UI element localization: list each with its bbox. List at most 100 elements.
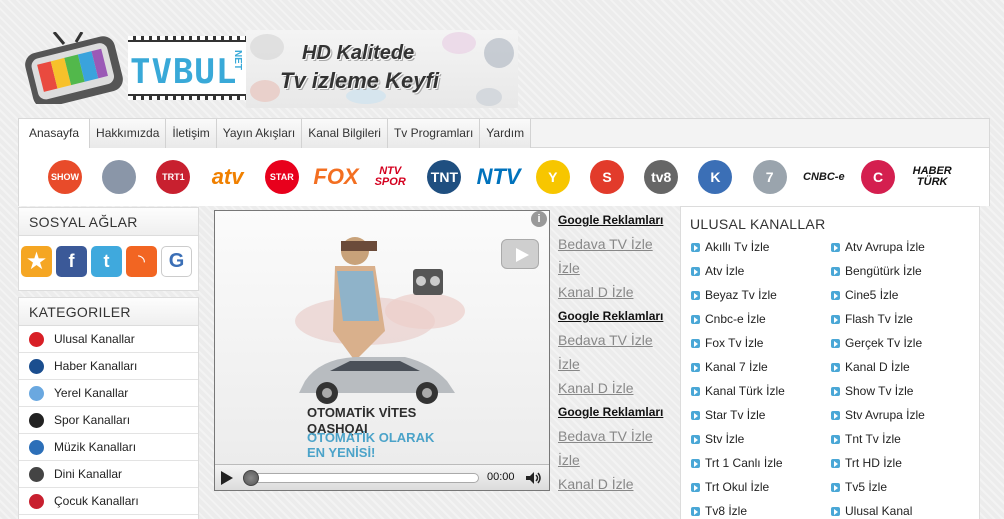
channel-logo-bar: SHOW TRT1 atv STAR FOX NTV SPOR TNT NTV Y Stv8 K 7 C…	[18, 148, 990, 206]
category-icon	[29, 439, 44, 455]
category-icon	[29, 493, 44, 509]
national-channel-link[interactable]: Kanal Türk İzle	[691, 384, 785, 398]
nav-item-anasayfa[interactable]: Anasayfa	[19, 119, 91, 148]
national-channel-link[interactable]: Cnbc-e İzle	[691, 312, 766, 326]
channel-logo-kanal-y[interactable]: Y	[529, 159, 577, 195]
favorite-star-icon[interactable]: ★	[21, 246, 52, 277]
google-ad-link[interactable]: Bedava TV İzle	[558, 232, 678, 256]
nav-item-tv-programlari[interactable]: Tv Programları	[387, 119, 481, 148]
google-ads-heading[interactable]: Google Reklamları	[558, 304, 678, 328]
channel-logo-haberturk[interactable]: HABER TÜRK	[908, 159, 956, 195]
nav-item-yardim[interactable]: Yardım	[480, 119, 532, 148]
ad-info-icon[interactable]: i	[531, 211, 547, 227]
channel-logo-atv[interactable]: atv	[204, 159, 252, 195]
national-channel-link[interactable]: Stv Avrupa İzle	[831, 408, 925, 422]
national-channel-link[interactable]: Trt Okul İzle	[691, 480, 769, 494]
google-ads-heading[interactable]: Google Reklamları	[558, 400, 678, 424]
category-item[interactable]: Çocuk Kanalları	[19, 488, 198, 515]
channel-logo-fox[interactable]: FOX	[312, 159, 360, 195]
video-progress-knob[interactable]	[243, 470, 259, 486]
channel-logo-s-tv[interactable]: S	[583, 159, 631, 195]
national-channels-title: ULUSAL KANALLAR	[690, 216, 826, 232]
national-channel-link[interactable]: Star Tv İzle	[691, 408, 765, 422]
channel-logo-label: SHOW	[48, 160, 82, 194]
google-ad-link[interactable]: İzle	[558, 352, 678, 376]
google-ad-link[interactable]: Kanal D İzle	[558, 472, 678, 496]
category-icon	[29, 331, 44, 347]
national-channel-link[interactable]: Gerçek Tv İzle	[831, 336, 922, 350]
category-item[interactable]: Yerel Kanallar	[19, 380, 198, 407]
channel-logo-label: S	[590, 160, 624, 194]
nav-item-kanal-bilgileri[interactable]: Kanal Bilgileri	[302, 119, 388, 148]
video-player[interactable]: OTOMATİK VİTES QASHQAI OTOMATİK OLARAK E…	[214, 210, 550, 491]
national-channel-link[interactable]: Fox Tv İzle	[691, 336, 763, 350]
video-ad-creative[interactable]: OTOMATİK VİTES QASHQAI OTOMATİK OLARAK E…	[215, 211, 549, 465]
video-progress-bar[interactable]	[243, 473, 479, 483]
national-channel-link[interactable]: Kanal D İzle	[831, 360, 910, 374]
category-icon	[29, 385, 44, 401]
national-channel-link[interactable]: Atv İzle	[691, 264, 744, 278]
channel-logo-tv8[interactable]: tv8	[637, 159, 685, 195]
national-channel-link[interactable]: Tv5 İzle	[831, 480, 887, 494]
national-channel-link[interactable]: Beyaz Tv İzle	[691, 288, 777, 302]
channel-logo-label: HABER TÜRK	[912, 165, 952, 188]
national-channel-link[interactable]: Cine5 İzle	[831, 288, 898, 302]
national-channel-link[interactable]: Tnt Tv İzle	[831, 432, 901, 446]
channel-logo-kanalturk[interactable]: K	[691, 159, 739, 195]
category-item[interactable]: Dini Kanallar	[19, 461, 198, 488]
twitter-icon[interactable]: t	[91, 246, 122, 277]
national-channel-link[interactable]: Trt HD İzle	[831, 456, 902, 470]
tv-logo-icon[interactable]	[24, 31, 124, 108]
google-ad-link[interactable]: İzle	[558, 448, 678, 472]
channel-logo-star-tv[interactable]: STAR	[258, 159, 306, 195]
national-channel-link[interactable]: Show Tv İzle	[831, 384, 913, 398]
nav-item-yayin-akislari[interactable]: Yayın Akışları	[216, 119, 303, 148]
channel-logo-label: FOX	[313, 164, 359, 189]
nav-item-iletisim[interactable]: İletişim	[166, 119, 217, 148]
national-channel-link[interactable]: Stv İzle	[691, 432, 744, 446]
category-item[interactable]: Müzik Kanalları	[19, 434, 198, 461]
channel-logo-label: Y	[535, 160, 570, 194]
channel-logo-ntv-spor[interactable]: NTV SPOR	[366, 159, 414, 195]
google-icon[interactable]: G	[161, 246, 192, 277]
channel-logo-show-tv[interactable]: SHOW	[41, 159, 89, 195]
google-ad-link[interactable]: Kanal D İzle	[558, 376, 678, 400]
national-channel-link[interactable]: Bengütürk İzle	[831, 264, 922, 278]
google-ad-link[interactable]: Bedava TV İzle	[558, 328, 678, 352]
site-logo-text: TVBUL	[130, 52, 238, 92]
channel-logo-cine5[interactable]: C	[854, 159, 902, 195]
site-logo[interactable]: TVBUL NET	[128, 36, 246, 100]
category-label: Yerel Kanallar	[54, 386, 129, 400]
category-item[interactable]: Ulusal Kanallar	[19, 326, 198, 353]
national-channel-link[interactable]: Ulusal Kanal	[831, 504, 912, 518]
nav-item-hakkimizda[interactable]: Hakkımızda	[90, 119, 167, 148]
channel-logo-kanal-d[interactable]	[95, 159, 143, 195]
channel-logo-cnbc-e[interactable]: CNBC-e	[800, 159, 848, 195]
play-icon[interactable]	[221, 471, 233, 485]
category-item[interactable]: Haber Kanalları	[19, 353, 198, 380]
google-ad-link[interactable]: İzle	[558, 256, 678, 280]
social-box: SOSYAL AĞLAR ★ f t ◝ G	[18, 207, 199, 291]
national-channel-link[interactable]: Flash Tv İzle	[831, 312, 913, 326]
rss-icon[interactable]: ◝	[126, 246, 157, 277]
google-ad-link[interactable]: Kanal D İzle	[558, 280, 678, 304]
channel-logo-label: C	[861, 160, 895, 194]
category-item[interactable]: Spor Kanalları	[19, 407, 198, 434]
national-channel-link[interactable]: Akıllı Tv İzle	[691, 240, 769, 254]
channel-logo-trt1[interactable]: TRT1	[149, 159, 197, 195]
national-channel-link[interactable]: Tv8 İzle	[691, 504, 747, 518]
national-channel-link[interactable]: Trt 1 Canlı İzle	[691, 456, 783, 470]
facebook-icon[interactable]: f	[56, 246, 87, 277]
channel-logo-kanal-7[interactable]: 7	[746, 159, 794, 195]
channel-logo-tnt[interactable]: TNT	[420, 159, 468, 195]
channel-logo-label: tv8	[644, 160, 679, 194]
google-ad-link[interactable]: Bedava TV İzle	[558, 424, 678, 448]
national-channel-link[interactable]: Atv Avrupa İzle	[831, 240, 925, 254]
volume-icon[interactable]	[525, 471, 543, 485]
channel-logo-ntv[interactable]: NTV	[475, 159, 523, 195]
category-list: Ulusal Kanallar Haber Kanalları Yerel Kana…	[19, 326, 198, 515]
video-overlay-play-icon[interactable]	[501, 239, 539, 269]
national-channel-link[interactable]: Kanal 7 İzle	[691, 360, 768, 374]
category-icon	[29, 466, 44, 482]
google-ads-heading[interactable]: Google Reklamları	[558, 208, 678, 232]
